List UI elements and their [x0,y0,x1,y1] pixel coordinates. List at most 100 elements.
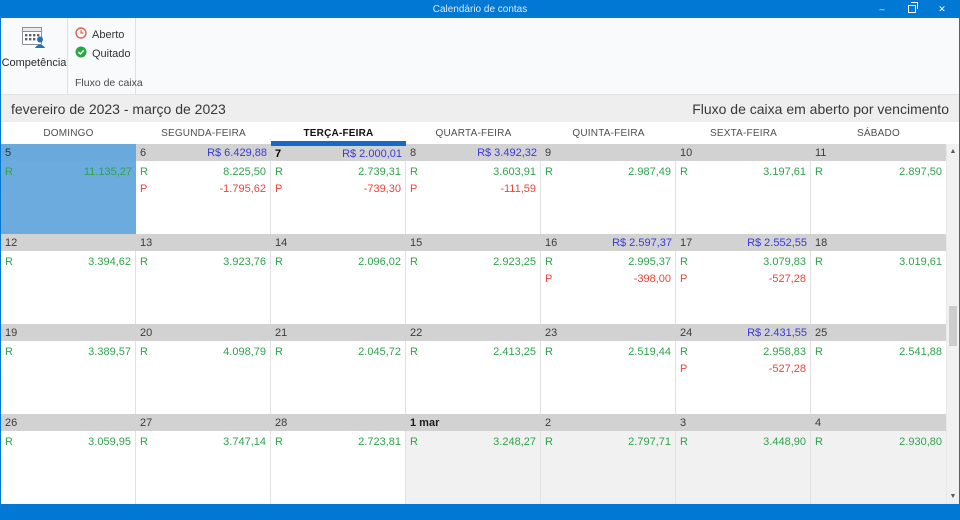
line-type-label: R [275,345,283,358]
line-amount: -111,59 [500,182,536,195]
calendar-day-cell[interactable]: 21 R 2.045,72 [271,324,406,414]
day-body: R 8.225,50 P -1.795,62 [136,161,271,234]
calendar-user-icon [20,25,48,52]
close-button[interactable]: ✕ [927,0,957,18]
calendar-day-cell[interactable]: 25 R 2.541,88 [811,324,946,414]
line-amount: 3.389,57 [88,345,131,358]
line-amount: 3.079,83 [763,255,806,268]
calendar-day-cell[interactable]: 23 R 2.519,44 [541,324,676,414]
day-body: R 3.019,61 [811,251,946,324]
line-type-label: R [5,345,13,358]
competencia-button[interactable]: Competência [1,25,67,69]
calendar-day-cell[interactable]: 18 R 3.019,61 [811,234,946,324]
day-header: 4 [811,414,946,431]
day-number: 5 [5,146,12,159]
open-amount-badge: R$ 6.429,88 [207,146,267,159]
day-body: R 2.797,71 [541,431,676,504]
line-amount: 4.098,79 [223,345,266,358]
line-amount: 2.541,88 [899,345,942,358]
titlebar[interactable]: Calendário de contas – ✕ [1,0,959,18]
calendar-day-cell[interactable]: 28 R 2.723,81 [271,414,406,504]
calendar-day-cell[interactable]: 14 R 2.096,02 [271,234,406,324]
day-body: R 2.958,83 P -527,28 [676,341,811,414]
calendar-day-cell[interactable]: 19 R 3.389,57 [1,324,136,414]
calendar-day-cell[interactable]: 9 R 2.987,49 [541,144,676,234]
calendar-day-cell[interactable]: 4 R 2.930,80 [811,414,946,504]
calendar-day-cell[interactable]: 6 R$ 6.429,88 R 8.225,50 P -1.795,62 [136,144,271,234]
line-type-label: R [275,255,283,268]
restore-icon [908,2,918,13]
calendar-day-cell[interactable]: 17 R$ 2.552,55 R 3.079,83 P -527,28 [676,234,811,324]
calendar-day-cell[interactable]: 2 R 2.797,71 [541,414,676,504]
line-amount: 2.723,81 [358,435,401,448]
day-header: 6 R$ 6.429,88 [136,144,271,161]
day-number: 9 [545,146,552,159]
day-number: 18 [815,236,828,249]
vertical-scrollbar[interactable]: ▲ ▼ [946,144,959,504]
day-header: 19 [1,324,136,341]
day-number: 8 [410,146,417,159]
open-amount-badge: R$ 2.597,37 [612,236,672,249]
line-type-label: R [815,255,823,268]
calendar-day-cell[interactable]: 24 R$ 2.431,55 R 2.958,83 P -527,28 [676,324,811,414]
line-type-label: R [680,165,688,178]
receipt-line: R 2.096,02 [275,253,401,270]
receipt-line: R 3.079,83 [680,253,806,270]
calendar-day-cell[interactable]: 20 R 4.098,79 [136,324,271,414]
weekday-header: QUINTA-FEIRA [541,122,676,144]
line-type-label: R [5,435,13,448]
line-type-label: R [140,435,148,448]
receipt-line: R 2.723,81 [275,433,401,450]
period-title: fevereiro de 2023 - março de 2023 [11,100,226,117]
line-amount: 3.197,61 [763,165,806,178]
line-amount: 2.739,31 [358,165,401,178]
line-type-label: R [275,165,283,178]
restore-button[interactable] [897,0,927,18]
calendar-day-cell[interactable]: 26 R 3.059,95 [1,414,136,504]
calendar-day-cell[interactable]: 13 R 3.923,76 [136,234,271,324]
line-amount: -739,30 [363,182,401,195]
line-type-label: R [410,165,418,178]
calendar-day-cell[interactable]: 10 R 3.197,61 [676,144,811,234]
receipt-line: R 3.448,90 [680,433,806,450]
day-header: 28 [271,414,406,431]
day-number: 23 [545,326,558,339]
calendar-day-cell[interactable]: 12 R 3.394,62 [1,234,136,324]
calendar-day-cell[interactable]: 27 R 3.747,14 [136,414,271,504]
day-header: 17 R$ 2.552,55 [676,234,811,251]
line-type-label: R [815,165,823,178]
calendar-day-cell[interactable]: 5 R 11.135,27 [1,144,136,234]
weekday-header: SEGUNDA-FEIRA [136,122,271,144]
calendar-day-cell[interactable]: 1 mar R 3.248,27 [406,414,541,504]
receipt-line: R 3.747,14 [140,433,266,450]
calendar-day-cell[interactable]: 15 R 2.923,25 [406,234,541,324]
payment-line: P -398,00 [545,270,671,287]
ribbon-group-label: Fluxo de caixa [75,77,143,89]
calendar-day-cell[interactable]: 11 R 2.897,50 [811,144,946,234]
day-header: 25 [811,324,946,341]
line-type-label: R [5,255,13,268]
day-number: 19 [5,326,18,339]
calendar-day-cell[interactable]: 22 R 2.413,25 [406,324,541,414]
day-number: 25 [815,326,828,339]
line-type-label: R [545,435,553,448]
scrollbar-thumb[interactable] [949,306,957,346]
competencia-label: Competência [1,57,67,69]
receipt-line: R 2.739,31 [275,163,401,180]
line-amount: 2.995,37 [628,255,671,268]
scroll-down-icon[interactable]: ▼ [947,489,959,504]
day-header: 13 [136,234,271,251]
line-type-label: P [680,362,688,375]
line-amount: 2.797,71 [628,435,671,448]
calendar-day-cell[interactable]: 7 R$ 2.000,01 R 2.739,31 P -739,30 [271,144,406,234]
calendar-day-cell[interactable]: 16 R$ 2.597,37 R 2.995,37 P -398,00 [541,234,676,324]
calendar-day-cell[interactable]: 3 R 3.448,90 [676,414,811,504]
minimize-button[interactable]: – [867,0,897,18]
weekday-label: QUARTA-FEIRA [435,127,512,139]
receipt-line: R 8.225,50 [140,163,266,180]
line-type-label: R [140,165,148,178]
calendar-day-cell[interactable]: 8 R$ 3.492,32 R 3.603,91 P -111,59 [406,144,541,234]
scroll-up-icon[interactable]: ▲ [947,144,959,159]
line-amount: 2.923,25 [493,255,536,268]
day-number: 12 [5,236,18,249]
